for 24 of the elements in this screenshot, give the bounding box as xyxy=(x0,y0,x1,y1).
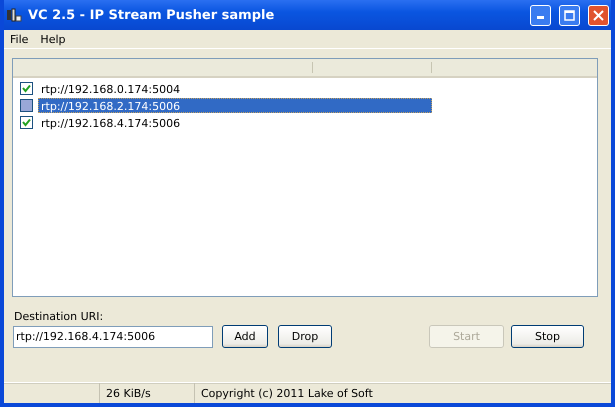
stop-button[interactable]: Stop xyxy=(511,325,584,348)
list-item[interactable]: rtp://192.168.2.174:5006 xyxy=(38,98,432,113)
field-label: Destination URI: xyxy=(14,310,104,323)
checkbox[interactable] xyxy=(20,82,33,95)
list-item[interactable]: rtp://192.168.4.174:5006 xyxy=(38,115,432,130)
app-icon xyxy=(6,7,22,23)
close-icon xyxy=(593,10,604,20)
checkbox[interactable] xyxy=(20,99,33,112)
status-text: 26 KiB/s xyxy=(106,386,151,400)
list-item[interactable]: rtp://192.168.0.174:5004 xyxy=(38,81,432,96)
drop-button[interactable]: Drop xyxy=(278,325,332,348)
maximize-icon xyxy=(564,10,575,20)
checkbox[interactable] xyxy=(20,116,33,129)
menu-item[interactable]: Help xyxy=(40,32,66,46)
check-icon xyxy=(22,118,31,127)
close-button[interactable] xyxy=(588,4,609,26)
uri-field[interactable]: rtp://192.168.4.174:5006 xyxy=(13,326,213,348)
add-button[interactable]: Add xyxy=(222,325,268,348)
maximize-button[interactable] xyxy=(559,4,580,26)
minimize-button[interactable] xyxy=(530,4,551,26)
check-icon xyxy=(22,84,31,93)
window-title: VC 2.5 - IP Stream Pusher sample xyxy=(28,8,276,22)
status-text: Copyright (c) 2011 Lake of Soft xyxy=(201,386,373,400)
menu-item[interactable]: File xyxy=(10,32,28,46)
